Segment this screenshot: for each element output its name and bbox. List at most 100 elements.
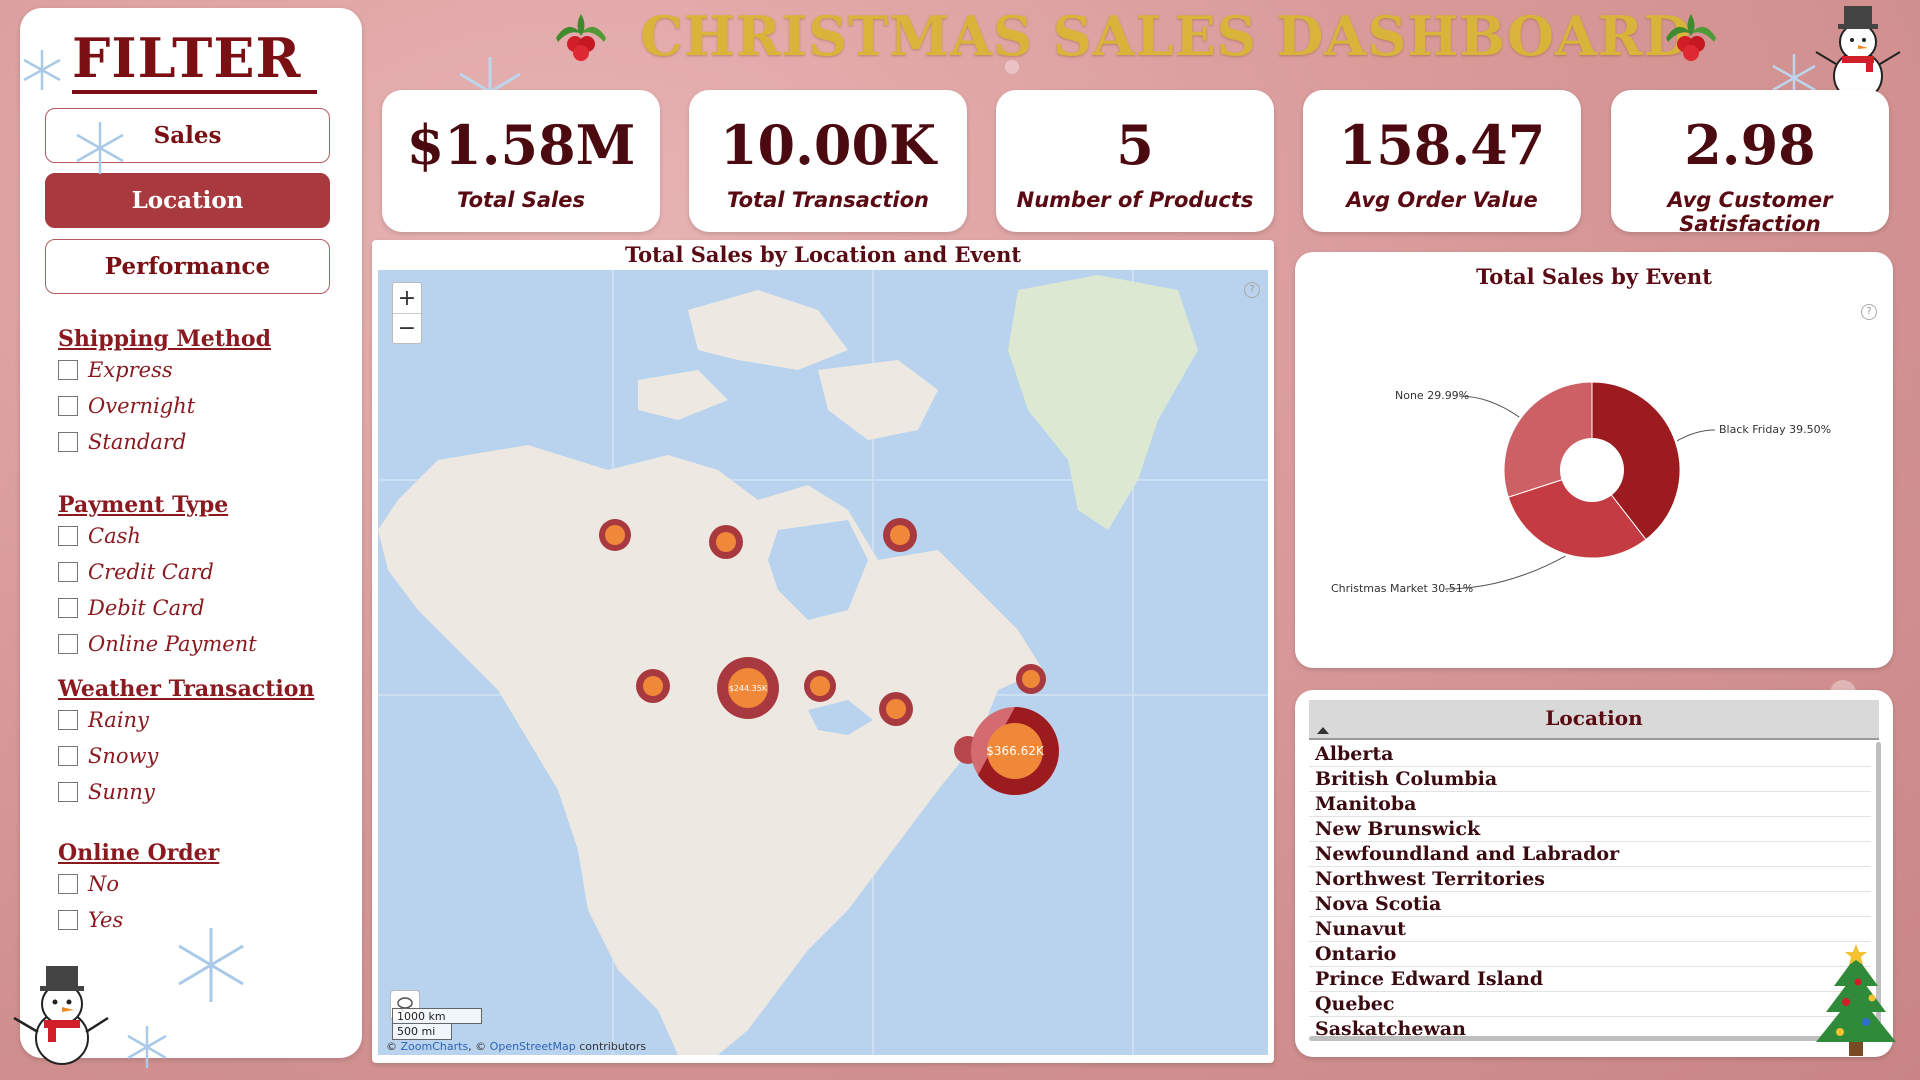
dashboard-title: CHRISTMAS SALES DASHBOARD	[640, 4, 1692, 68]
checkbox-credit-card[interactable]: Credit Card	[58, 558, 214, 586]
option-label: Express	[88, 358, 173, 382]
donut-hole	[1560, 438, 1624, 502]
help-icon[interactable]: ?	[1244, 282, 1260, 298]
checkbox-box[interactable]	[58, 562, 78, 582]
kpi-card-total-sales: $1.58M Total Sales	[382, 90, 660, 232]
option-label: Yes	[88, 908, 124, 932]
map-bubble[interactable]	[883, 518, 917, 552]
checkbox-box[interactable]	[58, 746, 78, 766]
donut-chart[interactable]	[1295, 252, 1893, 668]
group-title-weather-transaction: Weather Transaction	[58, 676, 315, 702]
list-item[interactable]: Alberta	[1309, 742, 1871, 767]
list-item[interactable]: British Columbia	[1309, 767, 1871, 792]
list-item[interactable]: Nova Scotia	[1309, 892, 1871, 917]
checkbox-online-payment[interactable]: Online Payment	[58, 630, 257, 658]
map-svg[interactable]: $244.35K $366.62K	[378, 270, 1268, 1055]
map-bubble[interactable]	[1016, 664, 1046, 694]
sort-ascending-icon[interactable]	[1317, 727, 1329, 734]
checkbox-no[interactable]: No	[58, 870, 119, 898]
option-label: Overnight	[88, 394, 196, 418]
option-label: Online Payment	[88, 632, 257, 656]
location-slicer-panel: Location Alberta British Columbia Manito…	[1295, 690, 1893, 1057]
zoom-out-button[interactable]: −	[393, 313, 421, 343]
checkbox-cash[interactable]: Cash	[58, 522, 141, 550]
map-bubble[interactable]	[804, 670, 836, 702]
checkbox-box[interactable]	[58, 710, 78, 730]
checkbox-express[interactable]: Express	[58, 356, 173, 384]
snowman-icon	[13, 966, 109, 1065]
slice-label-none: None 29.99%	[1395, 389, 1470, 402]
filter-title-underline	[72, 90, 317, 94]
snowman-icon	[1815, 6, 1901, 101]
attribution-suffix: contributors	[575, 1040, 647, 1053]
donut-panel: Total Sales by Event ? Black Friday 39.5…	[1295, 252, 1893, 668]
checkbox-box[interactable]	[58, 910, 78, 930]
map-bubble[interactable]	[599, 519, 631, 551]
list-item[interactable]: Nunavut	[1309, 917, 1871, 942]
horizontal-scrollbar[interactable]	[1309, 1036, 1869, 1041]
group-title-payment-type: Payment Type	[58, 492, 229, 518]
snowflake-icon	[178, 928, 244, 1002]
checkbox-box[interactable]	[58, 396, 78, 416]
bubble-label: $244.35K	[729, 684, 768, 693]
snowflake-icon	[127, 1026, 167, 1068]
kpi-card-avg-order-value: 158.47 Avg Order Value	[1303, 90, 1581, 232]
attribution-separator: , ©	[468, 1040, 490, 1053]
checkbox-yes[interactable]: Yes	[58, 906, 123, 934]
map-canvas[interactable]: $244.35K $366.62K + − ? 1000 km 500 mi ©…	[378, 270, 1268, 1055]
snowflake-icon	[23, 50, 61, 90]
map-title: Total Sales by Location and Event	[624, 242, 1022, 267]
map-bubble[interactable]	[879, 692, 913, 726]
list-item[interactable]: Newfoundland and Labrador	[1309, 842, 1871, 867]
checkbox-overnight[interactable]: Overnight	[58, 392, 195, 420]
slice-label-black-friday: Black Friday 39.50%	[1719, 423, 1832, 436]
attribution-prefix: ©	[386, 1040, 401, 1053]
checkbox-box[interactable]	[58, 634, 78, 654]
snowflake-icon	[76, 122, 124, 174]
list-item[interactable]: Ontario	[1309, 942, 1871, 967]
openstreetmap-link[interactable]: OpenStreetMap	[490, 1040, 576, 1053]
list-item[interactable]: Prince Edward Island	[1309, 967, 1871, 992]
map-bubble[interactable]	[636, 669, 670, 703]
kpi-label: Avg Order Value	[1346, 188, 1538, 212]
zoom-in-button[interactable]: +	[393, 283, 421, 313]
checkbox-box[interactable]	[58, 526, 78, 546]
kpi-card-avg-customer-satisfaction: 2.98 Avg Customer Satisfaction	[1611, 90, 1889, 236]
kpi-card-number-of-products: 5 Number of Products	[996, 90, 1274, 232]
zoom-control: + −	[392, 282, 422, 344]
checkbox-rainy[interactable]: Rainy	[58, 706, 149, 734]
nav-button-performance[interactable]: Performance	[45, 239, 330, 294]
checkbox-box[interactable]	[58, 782, 78, 802]
kpi-value: 10.00K	[719, 113, 937, 177]
christmas-tree-icon	[1816, 944, 1896, 1056]
list-item[interactable]: Northwest Territories	[1309, 867, 1871, 892]
map-attribution: © ZoomCharts, © OpenStreetMap contributo…	[386, 1040, 646, 1053]
filter-title: FILTER	[72, 26, 302, 90]
kpi-value: 5	[1116, 113, 1154, 177]
checkbox-box[interactable]	[58, 432, 78, 452]
kpi-value: 2.98	[1684, 113, 1816, 177]
map-panel: Total Sales by Location and Event $244.3…	[372, 240, 1274, 1063]
list-item[interactable]: Manitoba	[1309, 792, 1871, 817]
location-list: Alberta British Columbia Manitoba New Br…	[1309, 742, 1871, 1040]
option-label: Cash	[88, 524, 141, 548]
kpi-label: Total Transaction	[727, 188, 929, 212]
checkbox-box[interactable]	[58, 360, 78, 380]
checkbox-sunny[interactable]: Sunny	[58, 778, 155, 806]
list-item[interactable]: New Brunswick	[1309, 817, 1871, 842]
location-header[interactable]: Location	[1309, 700, 1879, 740]
zoomcharts-link[interactable]: ZoomCharts	[401, 1040, 469, 1053]
nav-button-location[interactable]: Location	[45, 173, 330, 228]
kpi-label: Avg Customer Satisfaction	[1667, 188, 1833, 236]
checkbox-standard[interactable]: Standard	[58, 428, 186, 456]
kpi-label: Number of Products	[1016, 188, 1254, 212]
map-bubble[interactable]	[709, 525, 743, 559]
list-item[interactable]: Quebec	[1309, 992, 1871, 1017]
option-label: Sunny	[88, 780, 155, 804]
option-label: Standard	[88, 430, 187, 454]
holly-icon	[556, 14, 606, 61]
checkbox-snowy[interactable]: Snowy	[58, 742, 158, 770]
checkbox-box[interactable]	[58, 874, 78, 894]
checkbox-box[interactable]	[58, 598, 78, 618]
checkbox-debit-card[interactable]: Debit Card	[58, 594, 205, 622]
